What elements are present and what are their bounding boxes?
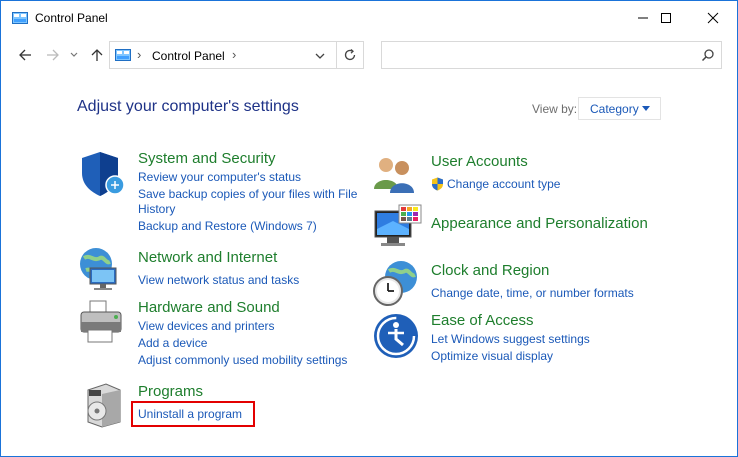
breadcrumb-separator-icon[interactable]: › xyxy=(232,47,236,62)
view-by-value: Category xyxy=(590,102,639,116)
link-devices-printers[interactable]: View devices and printers xyxy=(138,318,275,334)
link-date-time-formats[interactable]: Change date, time, or number formats xyxy=(431,285,634,301)
category-title-ease-of-access[interactable]: Ease of Access xyxy=(431,312,534,329)
category-title-clock[interactable]: Clock and Region xyxy=(431,262,549,279)
uac-shield-icon xyxy=(432,177,443,191)
refresh-button[interactable] xyxy=(336,41,364,69)
maximize-button[interactable] xyxy=(643,1,689,35)
link-add-device[interactable]: Add a device xyxy=(138,335,207,351)
link-review-status[interactable]: Review your computer's status xyxy=(138,169,301,185)
category-title-programs[interactable]: Programs xyxy=(138,383,203,400)
monitor-palette-icon[interactable] xyxy=(373,203,423,253)
breadcrumb-item[interactable]: Control Panel xyxy=(152,49,225,63)
back-arrow-icon xyxy=(19,49,31,61)
category-title-system-security[interactable]: System and Security xyxy=(138,150,276,167)
forward-button[interactable] xyxy=(43,45,63,65)
ease-of-access-icon[interactable] xyxy=(372,312,420,360)
breadcrumb-separator-icon[interactable]: › xyxy=(137,47,141,62)
view-by-dropdown[interactable]: Category xyxy=(578,97,661,120)
network-globe-icon[interactable] xyxy=(76,244,126,294)
printer-icon[interactable] xyxy=(76,298,126,348)
link-optimize-display[interactable]: Optimize visual display xyxy=(431,348,553,364)
back-button[interactable] xyxy=(15,45,35,65)
link-file-history-cont[interactable]: History xyxy=(138,201,175,217)
link-change-account-type[interactable]: Change account type xyxy=(447,176,560,192)
close-button[interactable] xyxy=(690,1,736,35)
category-title-hardware[interactable]: Hardware and Sound xyxy=(138,299,280,316)
programs-box-icon[interactable] xyxy=(80,380,130,430)
link-file-history[interactable]: Save backup copies of your files with Fi… xyxy=(138,186,357,202)
link-backup-restore[interactable]: Backup and Restore (Windows 7) xyxy=(138,218,317,234)
navigation-bar: › Control Panel › xyxy=(1,37,737,73)
control-panel-icon xyxy=(12,12,28,24)
up-arrow-icon xyxy=(91,49,103,61)
link-mobility-settings[interactable]: Adjust commonly used mobility settings xyxy=(138,352,347,368)
recent-locations-button[interactable] xyxy=(67,45,81,65)
clock-globe-icon[interactable] xyxy=(371,259,421,309)
caret-down-icon xyxy=(642,106,650,111)
up-button[interactable] xyxy=(87,45,107,65)
highlight-box xyxy=(131,401,255,427)
title-bar[interactable]: Control Panel xyxy=(1,1,737,35)
chevron-down-icon[interactable] xyxy=(313,49,327,63)
window-title: Control Panel xyxy=(35,11,108,25)
category-title-user-accounts[interactable]: User Accounts xyxy=(431,153,528,170)
page-title: Adjust your computer's settings xyxy=(77,98,299,115)
address-bar[interactable]: › Control Panel › xyxy=(109,41,364,69)
view-by-label: View by: xyxy=(532,102,578,116)
control-panel-icon xyxy=(115,49,131,61)
close-icon xyxy=(707,12,719,24)
link-windows-suggest[interactable]: Let Windows suggest settings xyxy=(431,331,590,347)
forward-arrow-icon xyxy=(47,49,59,61)
shield-icon[interactable] xyxy=(78,149,128,199)
search-input[interactable] xyxy=(381,41,722,69)
category-title-network[interactable]: Network and Internet xyxy=(138,249,277,266)
users-icon[interactable] xyxy=(372,153,418,193)
category-title-appearance[interactable]: Appearance and Personalization xyxy=(431,215,648,232)
search-icon xyxy=(701,49,714,62)
refresh-icon xyxy=(344,49,356,61)
maximize-icon xyxy=(661,13,671,23)
chevron-down-icon xyxy=(70,52,78,57)
link-network-status[interactable]: View network status and tasks xyxy=(138,272,299,288)
control-panel-window: Control Panel › Control Panel › Adjust y… xyxy=(0,0,738,457)
